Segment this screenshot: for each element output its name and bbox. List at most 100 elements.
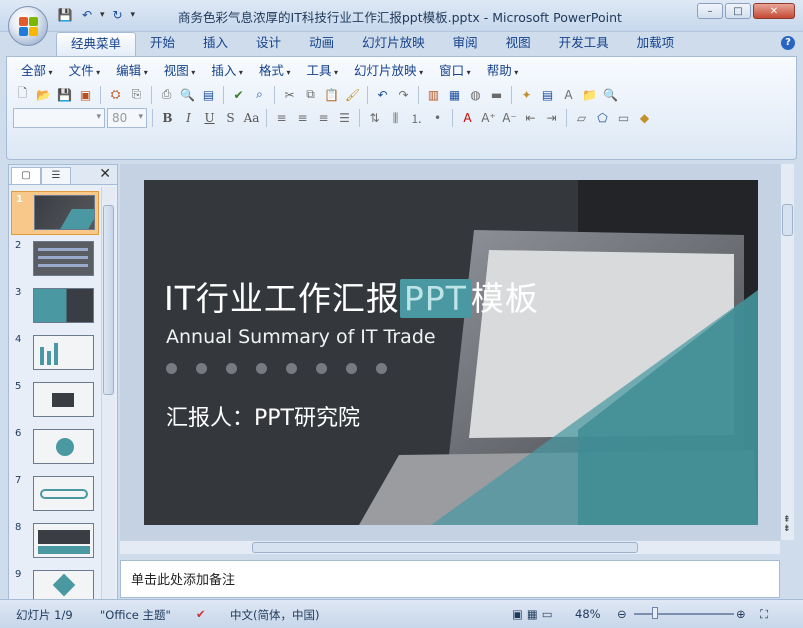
menu-tools[interactable]: 工具 — [298, 62, 346, 80]
shadow-icon[interactable]: S — [221, 109, 240, 128]
tab-animation[interactable]: 动画 — [295, 32, 348, 56]
save-icon[interactable]: 💾 — [56, 7, 74, 23]
columns-icon[interactable]: ⫼ — [386, 109, 405, 128]
slide-thumbnail-3[interactable]: 3 — [11, 285, 99, 329]
tab-outline[interactable]: ☰ — [41, 167, 71, 184]
menu-view[interactable]: 视图 — [156, 62, 204, 80]
paste-icon[interactable]: 📋 — [322, 85, 341, 104]
undo-icon[interactable]: ↶ — [78, 7, 96, 23]
italic-icon[interactable]: I — [179, 109, 198, 128]
notes-pane[interactable]: 单击此处添加备注 — [120, 560, 780, 598]
close-button[interactable]: ✕ — [753, 3, 795, 19]
font-color-icon[interactable]: A — [458, 109, 477, 128]
redo-icon[interactable]: ↷ — [394, 85, 413, 104]
tab-insert[interactable]: 插入 — [189, 32, 242, 56]
layout-icon[interactable]: ▤ — [199, 85, 218, 104]
tab-slides[interactable]: ▢ — [11, 167, 41, 184]
slide-thumbnail-2[interactable]: 2 — [11, 238, 99, 282]
zoom-slider-thumb[interactable] — [652, 607, 658, 619]
insert-chart-icon[interactable]: ▥ — [424, 85, 443, 104]
menu-all[interactable]: 全部 — [13, 62, 61, 80]
print-icon[interactable]: ⎙ — [157, 85, 176, 104]
spelling-icon[interactable]: ✔ — [229, 85, 248, 104]
view-buttons[interactable]: ▣▦▭ — [512, 607, 557, 621]
customize-qat-icon[interactable]: ▾ — [131, 10, 136, 20]
tab-design[interactable]: 设计 — [242, 32, 295, 56]
save-icon[interactable]: 💾 — [55, 85, 74, 104]
font-size-combo[interactable]: 80 — [107, 108, 147, 128]
copy-icon[interactable]: ⧉ — [301, 85, 320, 104]
folder-icon[interactable]: 📁 — [580, 85, 599, 104]
font-name-combo[interactable] — [13, 108, 105, 128]
slide-subtitle[interactable]: Annual Summary of IT Trade — [166, 326, 436, 348]
thumbnails-scrollbar[interactable] — [101, 187, 115, 599]
page-nav-icon[interactable]: ⇞ ⇟ — [783, 516, 791, 534]
save-as-pdf-icon[interactable]: ▣ — [76, 85, 95, 104]
grow-font-icon[interactable]: A⁺ — [479, 109, 498, 128]
vertical-scrollbar[interactable]: ⇞ ⇟ — [780, 164, 794, 540]
current-slide[interactable]: IT行业工作汇报 PPT 模板 Annual Summary of IT Trade… — [144, 180, 758, 525]
permission-icon[interactable]: ⛭ — [106, 85, 125, 104]
menu-slideshow[interactable]: 幻灯片放映 — [346, 62, 431, 80]
help-icon[interactable]: ? — [781, 36, 795, 50]
bold-icon[interactable]: B — [158, 109, 177, 128]
tab-developer[interactable]: 开发工具 — [545, 32, 623, 56]
slide-layout-icon[interactable]: ▤ — [538, 85, 557, 104]
zoom-in-icon[interactable]: ⊕ — [736, 607, 746, 621]
slide-thumbnail-9[interactable]: 9 — [11, 567, 99, 599]
shapes-icon[interactable]: ⬠ — [593, 109, 612, 128]
slide-title[interactable]: IT行业工作汇报 PPT 模板 — [164, 272, 539, 320]
research-icon[interactable]: ⌕ — [250, 85, 269, 104]
fit-to-window-icon[interactable]: ⛶ — [760, 607, 768, 622]
shape-fill-icon[interactable]: ◆ — [635, 109, 654, 128]
menu-insert[interactable]: 插入 — [203, 62, 251, 80]
tab-classic-menu[interactable]: 经典菜单 — [56, 32, 137, 56]
theme-name[interactable]: "Office 主题" — [100, 607, 171, 623]
attach-icon[interactable]: ⎘ — [127, 85, 146, 104]
slide-reporter[interactable]: 汇报人：PPT研究院 — [166, 400, 360, 432]
align-left-icon[interactable]: ≡ — [272, 109, 291, 128]
text-direction-icon[interactable]: ⇅ — [365, 109, 384, 128]
zoom-slider[interactable] — [634, 613, 734, 615]
slide-thumbnail-5[interactable]: 5 — [11, 379, 99, 423]
scroll-thumb[interactable] — [782, 204, 793, 236]
minimize-button[interactable]: – — [697, 3, 723, 19]
justify-icon[interactable]: ☰ — [335, 109, 354, 128]
menu-help[interactable]: 帮助 — [479, 62, 527, 80]
slide-thumbnail-6[interactable]: 6 — [11, 426, 99, 470]
spell-check-icon[interactable]: ✔ — [196, 607, 206, 621]
undo-dropdown-icon[interactable]: ▾ — [100, 10, 105, 20]
change-case-icon[interactable]: Aa — [242, 109, 261, 128]
globe-icon[interactable]: ◍ — [466, 85, 485, 104]
align-center-icon[interactable]: ≡ — [293, 109, 312, 128]
slide-thumbnail-1[interactable]: 1 — [11, 191, 99, 235]
zoom-level[interactable]: 48% — [575, 607, 601, 621]
menu-file[interactable]: 文件 — [61, 62, 109, 80]
text-box-icon[interactable]: A — [559, 85, 578, 104]
insert-table-icon[interactable]: ▦ — [445, 85, 464, 104]
arrange-icon[interactable]: ▱ — [572, 109, 591, 128]
menu-format[interactable]: 格式 — [251, 62, 299, 80]
tab-slideshow[interactable]: 幻灯片放映 — [348, 32, 439, 56]
h-scroll-thumb[interactable] — [252, 542, 638, 553]
shrink-font-icon[interactable]: A⁻ — [500, 109, 519, 128]
decrease-indent-icon[interactable]: ⇤ — [521, 109, 540, 128]
zoom-icon[interactable]: 🔍 — [601, 85, 620, 104]
language-indicator[interactable]: 中文(简体，中国) — [230, 607, 319, 623]
redo-icon[interactable]: ↻ — [109, 7, 127, 23]
menu-edit[interactable]: 编辑 — [108, 62, 156, 80]
office-button[interactable] — [8, 6, 48, 46]
new-document-icon[interactable]: 🗋 — [13, 85, 32, 104]
undo-icon[interactable]: ↶ — [373, 85, 392, 104]
quick-styles-icon[interactable]: ▭ — [614, 109, 633, 128]
align-right-icon[interactable]: ≡ — [314, 109, 333, 128]
color-fill-icon[interactable]: ▬ — [487, 85, 506, 104]
maximize-button[interactable]: □ — [725, 3, 751, 19]
print-preview-icon[interactable]: 🔍 — [178, 85, 197, 104]
slide-thumbnail-8[interactable]: 8 — [11, 520, 99, 564]
menu-window[interactable]: 窗口 — [431, 62, 479, 80]
horizontal-scrollbar[interactable] — [120, 540, 780, 554]
slide-thumbnail-4[interactable]: 4 — [11, 332, 99, 376]
tab-view[interactable]: 视图 — [492, 32, 545, 56]
numbering-icon[interactable]: ⒈ — [407, 109, 426, 128]
